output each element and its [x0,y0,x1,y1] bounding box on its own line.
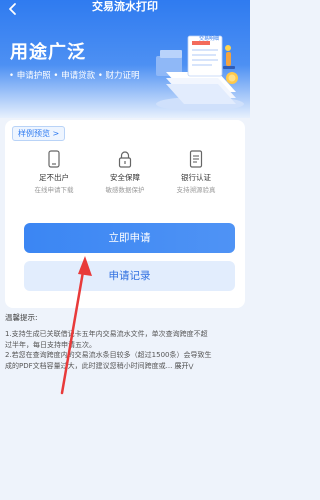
art-label: 交易明细 [199,35,219,42]
feature-desc: 支持溯源验真 [176,186,216,194]
tips-line: 1.支持生成已关联借记卡五年内交易流水文件，单次查询跨度不超 [5,330,208,338]
tips-line-last: 成的PDF文档容量过大，此时建议您稍小时间跨度或... 展开⋁ [5,361,245,373]
hero-title: 用途广泛 [10,42,86,63]
feature-title: 足不出户 [39,173,69,182]
tips-section: 温馨提示: 1.支持生成已关联借记卡五年内交易流水文件，单次查询跨度不超 过半年… [5,312,245,372]
feature-bank-certified: 银行认证 支持溯源验真 [161,150,231,194]
chevron-down-icon[interactable]: ⋁ [189,362,194,373]
feature-no-leave-home: 足不出户 在线申请下载 [19,150,89,194]
feature-security: 安全保障 敏感数据保护 [90,150,160,194]
sample-preview-link[interactable]: 样例预览 > [12,126,66,141]
hero-tags: • 申请护照 • 申请贷款 • 财力证明 [9,71,140,81]
phone-icon [48,150,60,168]
application-records-button[interactable]: 申请记录 [24,261,235,291]
feature-desc: 敏感数据保护 [105,186,145,194]
tips-line-text: 成的PDF文档容量过大，此时建议您稍小时间跨度或... [5,361,173,370]
expand-link[interactable]: 展开 [175,362,189,370]
top-nav-bar: 交易流水打印 [0,0,250,20]
document-illustration-icon: 交易明细 [156,35,244,111]
feature-title: 安全保障 [110,173,140,182]
apply-now-button[interactable]: 立即申请 [24,223,235,253]
tips-line: 过半年，每日支持申请五次。 [5,340,96,349]
feature-desc: 在线申请下载 [34,186,74,194]
tips-title: 温馨提示: [5,313,38,322]
document-icon [189,150,203,168]
page-title: 交易流水打印 [92,0,158,13]
feature-title: 银行认证 [181,173,211,182]
lock-icon [118,151,132,168]
service-card: 样例预览 > 足不出户 在线申请下载 安全保障 敏感数据保护 银行认证 支持溯源… [5,120,245,308]
tips-line: 2.若您在查询跨度内的交易流水条目较多（超过1500条）会导致生 [5,351,212,359]
